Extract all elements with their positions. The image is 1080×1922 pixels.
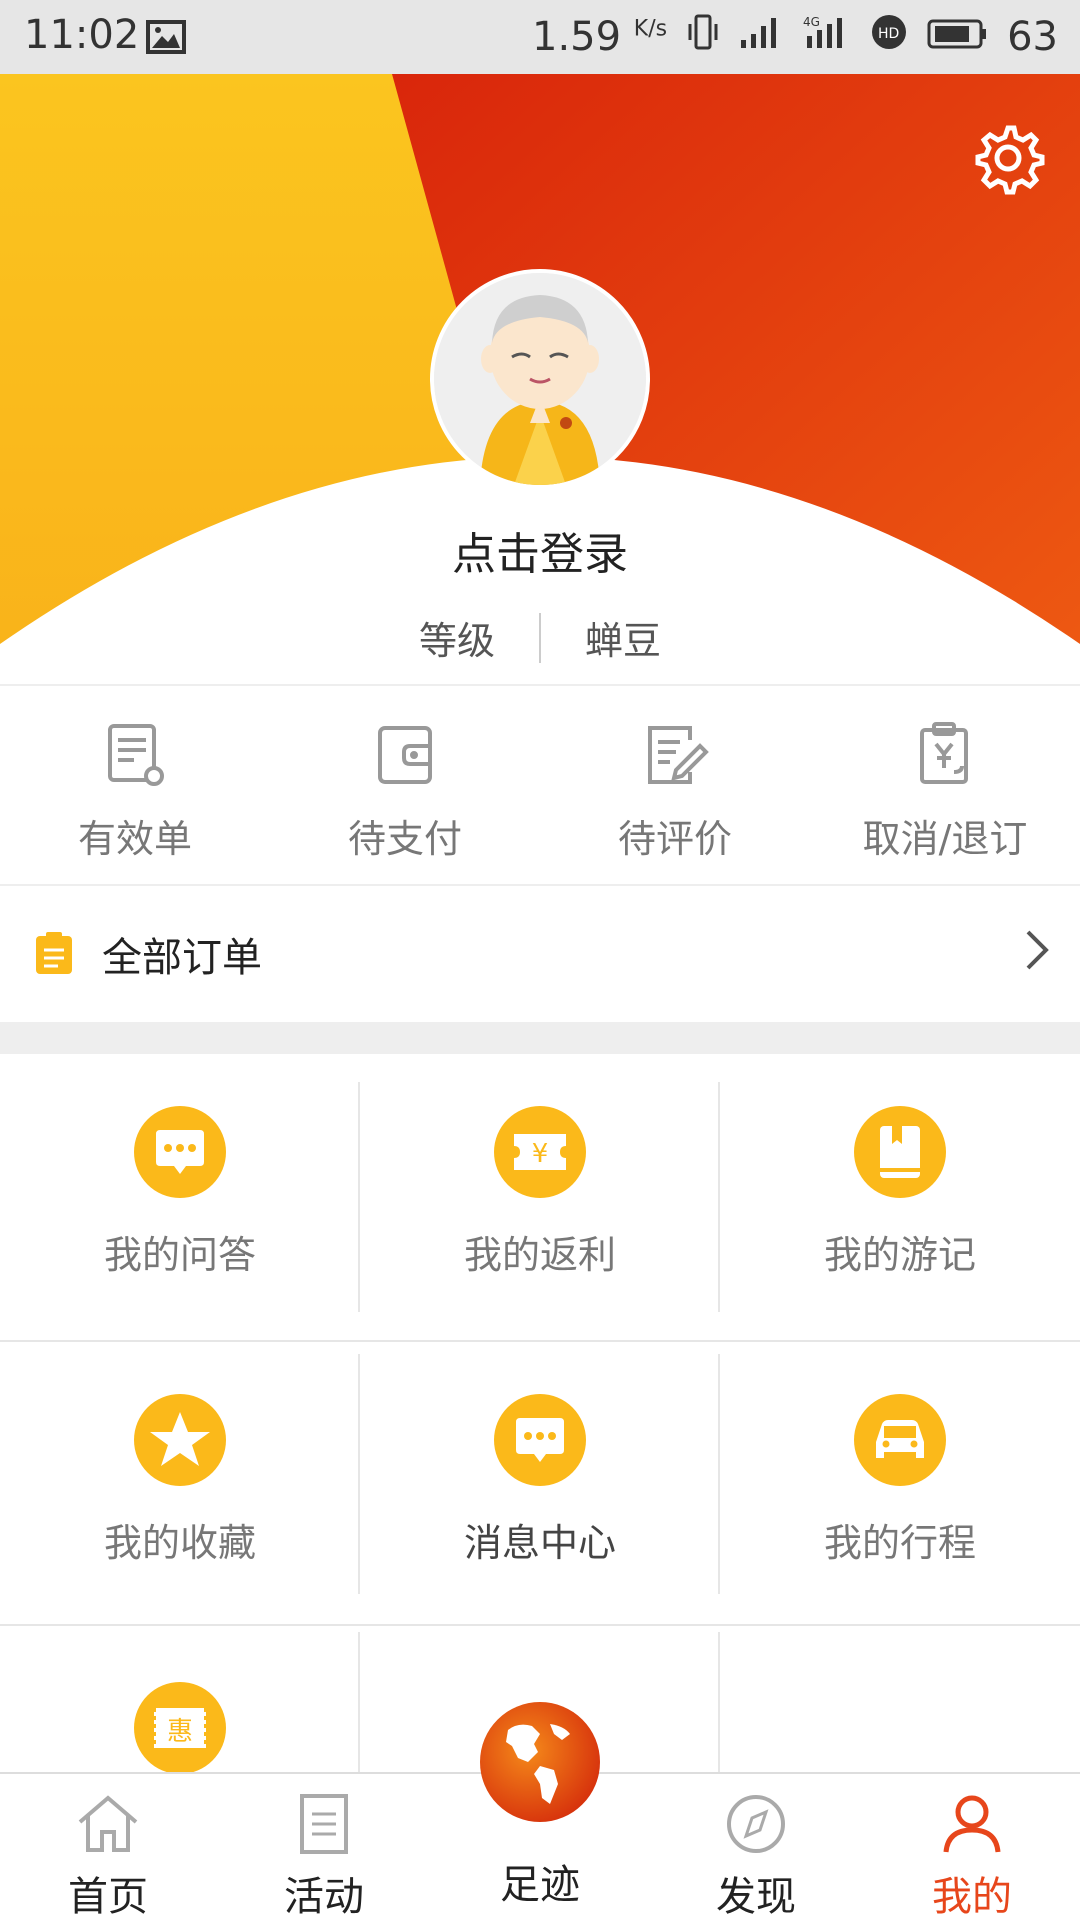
home-icon bbox=[78, 1795, 138, 1852]
order-status-cancelled[interactable]: 取消/退订 bbox=[810, 686, 1080, 884]
monk-avatar-icon bbox=[434, 273, 646, 485]
nav-label: 首页 bbox=[68, 1874, 148, 1920]
feature-grid: 我的问答 ¥ 我的返利 我的游记 我的收藏 消息中心 我的行程 惠 bbox=[0, 1054, 1080, 1774]
status-right: 1.59 K/s 4G HD 63 bbox=[532, 12, 1058, 62]
status-bar: 11:02 1.59 K/s 4G HD 63 bbox=[0, 0, 1080, 74]
network-speed: 1.59 K/s bbox=[532, 14, 668, 60]
svg-text:4G: 4G bbox=[803, 15, 820, 29]
login-prompt[interactable]: 点击登录 bbox=[0, 518, 1080, 582]
avatar[interactable] bbox=[430, 269, 650, 489]
grid-item-label: 我的问答 bbox=[103, 1233, 256, 1277]
grid-item-label: 我的游记 bbox=[823, 1233, 976, 1277]
grid-item-label: 我的收藏 bbox=[103, 1521, 256, 1565]
battery-icon bbox=[927, 14, 987, 60]
grid-divider bbox=[718, 1632, 720, 1772]
order-status-label: 取消/退订 bbox=[862, 817, 1028, 861]
profile-header: 点击登录 等级 蝉豆 bbox=[0, 74, 1080, 684]
svg-text:¥: ¥ bbox=[532, 1139, 549, 1169]
clipboard-icon bbox=[36, 932, 72, 974]
signal-4g-icon: 4G bbox=[803, 14, 851, 60]
grid-divider bbox=[358, 1354, 360, 1594]
nav-label: 活动 bbox=[284, 1874, 364, 1920]
nav-label: 发现 bbox=[716, 1874, 796, 1920]
user-icon bbox=[943, 1795, 1001, 1853]
order-status-row: 有效单 待支付 待评价 取消/退订 bbox=[0, 684, 1080, 886]
car-icon bbox=[854, 1394, 946, 1486]
discount-ticket-icon: 惠 bbox=[134, 1682, 226, 1774]
user-stats: 等级 蝉豆 bbox=[0, 610, 1080, 665]
book-icon bbox=[854, 1106, 946, 1198]
nav-mine[interactable]: 我的 bbox=[892, 1792, 1052, 1922]
grid-divider bbox=[718, 1082, 720, 1312]
valid-order-icon bbox=[108, 724, 164, 786]
hd-icon: HD bbox=[871, 14, 907, 60]
refund-icon bbox=[920, 722, 968, 784]
nav-discover[interactable]: 发现 bbox=[676, 1792, 836, 1922]
beans-label[interactable]: 蝉豆 bbox=[585, 610, 661, 665]
globe-icon bbox=[480, 1702, 600, 1822]
nav-activity[interactable]: 活动 bbox=[244, 1792, 404, 1922]
grid-item-label: 我的行程 bbox=[823, 1521, 976, 1565]
section-divider bbox=[0, 1022, 1080, 1054]
battery-level: 63 bbox=[1007, 14, 1058, 60]
order-status-label: 待评价 bbox=[617, 817, 732, 861]
grid-divider bbox=[0, 1340, 1080, 1342]
level-label[interactable]: 等级 bbox=[419, 610, 495, 665]
order-status-label: 有效单 bbox=[77, 817, 192, 861]
grid-item-my-qa[interactable]: 我的问答 bbox=[0, 1054, 360, 1340]
grid-divider bbox=[718, 1354, 720, 1594]
coupon-yen-icon: ¥ bbox=[494, 1106, 586, 1198]
order-status-valid[interactable]: 有效单 bbox=[0, 686, 270, 884]
order-status-pending-payment[interactable]: 待支付 bbox=[270, 686, 540, 884]
grid-item-label: 消息中心 bbox=[463, 1521, 616, 1565]
grid-divider bbox=[0, 1624, 1080, 1626]
wallet-icon bbox=[378, 726, 432, 784]
nav-footprint[interactable] bbox=[478, 1700, 602, 1824]
grid-item-my-itinerary[interactable]: 我的行程 bbox=[720, 1342, 1080, 1628]
nav-label: 足迹 bbox=[500, 1862, 580, 1908]
order-status-label: 待支付 bbox=[347, 817, 462, 861]
order-status-pending-review[interactable]: 待评价 bbox=[540, 686, 810, 884]
star-icon bbox=[134, 1394, 226, 1486]
message-icon bbox=[494, 1394, 586, 1486]
svg-text:HD: HD bbox=[878, 26, 899, 42]
grid-divider bbox=[358, 1082, 360, 1312]
nav-label: 我的 bbox=[932, 1874, 1012, 1920]
stats-divider bbox=[539, 612, 541, 663]
chevron-right-icon bbox=[1026, 930, 1049, 970]
activity-icon bbox=[300, 1794, 348, 1854]
all-orders-row[interactable]: 全部订单 bbox=[0, 886, 1080, 1022]
vibrate-icon bbox=[687, 12, 719, 62]
grid-divider bbox=[358, 1632, 360, 1772]
edit-review-icon bbox=[648, 726, 709, 784]
status-time: 11:02 bbox=[24, 12, 140, 58]
nav-home[interactable]: 首页 bbox=[28, 1792, 188, 1922]
grid-item-my-favorites[interactable]: 我的收藏 bbox=[0, 1342, 360, 1628]
all-orders-label: 全部订单 bbox=[102, 935, 262, 981]
grid-item-label: 我的返利 bbox=[463, 1233, 616, 1277]
compass-icon bbox=[727, 1795, 785, 1853]
grid-item-my-rebate[interactable]: ¥ 我的返利 bbox=[360, 1054, 720, 1340]
gear-icon bbox=[975, 125, 1045, 195]
signal-icon bbox=[739, 14, 783, 60]
settings-button[interactable] bbox=[970, 120, 1046, 196]
discount-char: 惠 bbox=[167, 1717, 193, 1747]
image-notification-icon bbox=[146, 18, 186, 64]
chat-icon bbox=[134, 1106, 226, 1198]
grid-item-message-center[interactable]: 消息中心 bbox=[360, 1342, 720, 1628]
grid-item-my-travelogue[interactable]: 我的游记 bbox=[720, 1054, 1080, 1340]
